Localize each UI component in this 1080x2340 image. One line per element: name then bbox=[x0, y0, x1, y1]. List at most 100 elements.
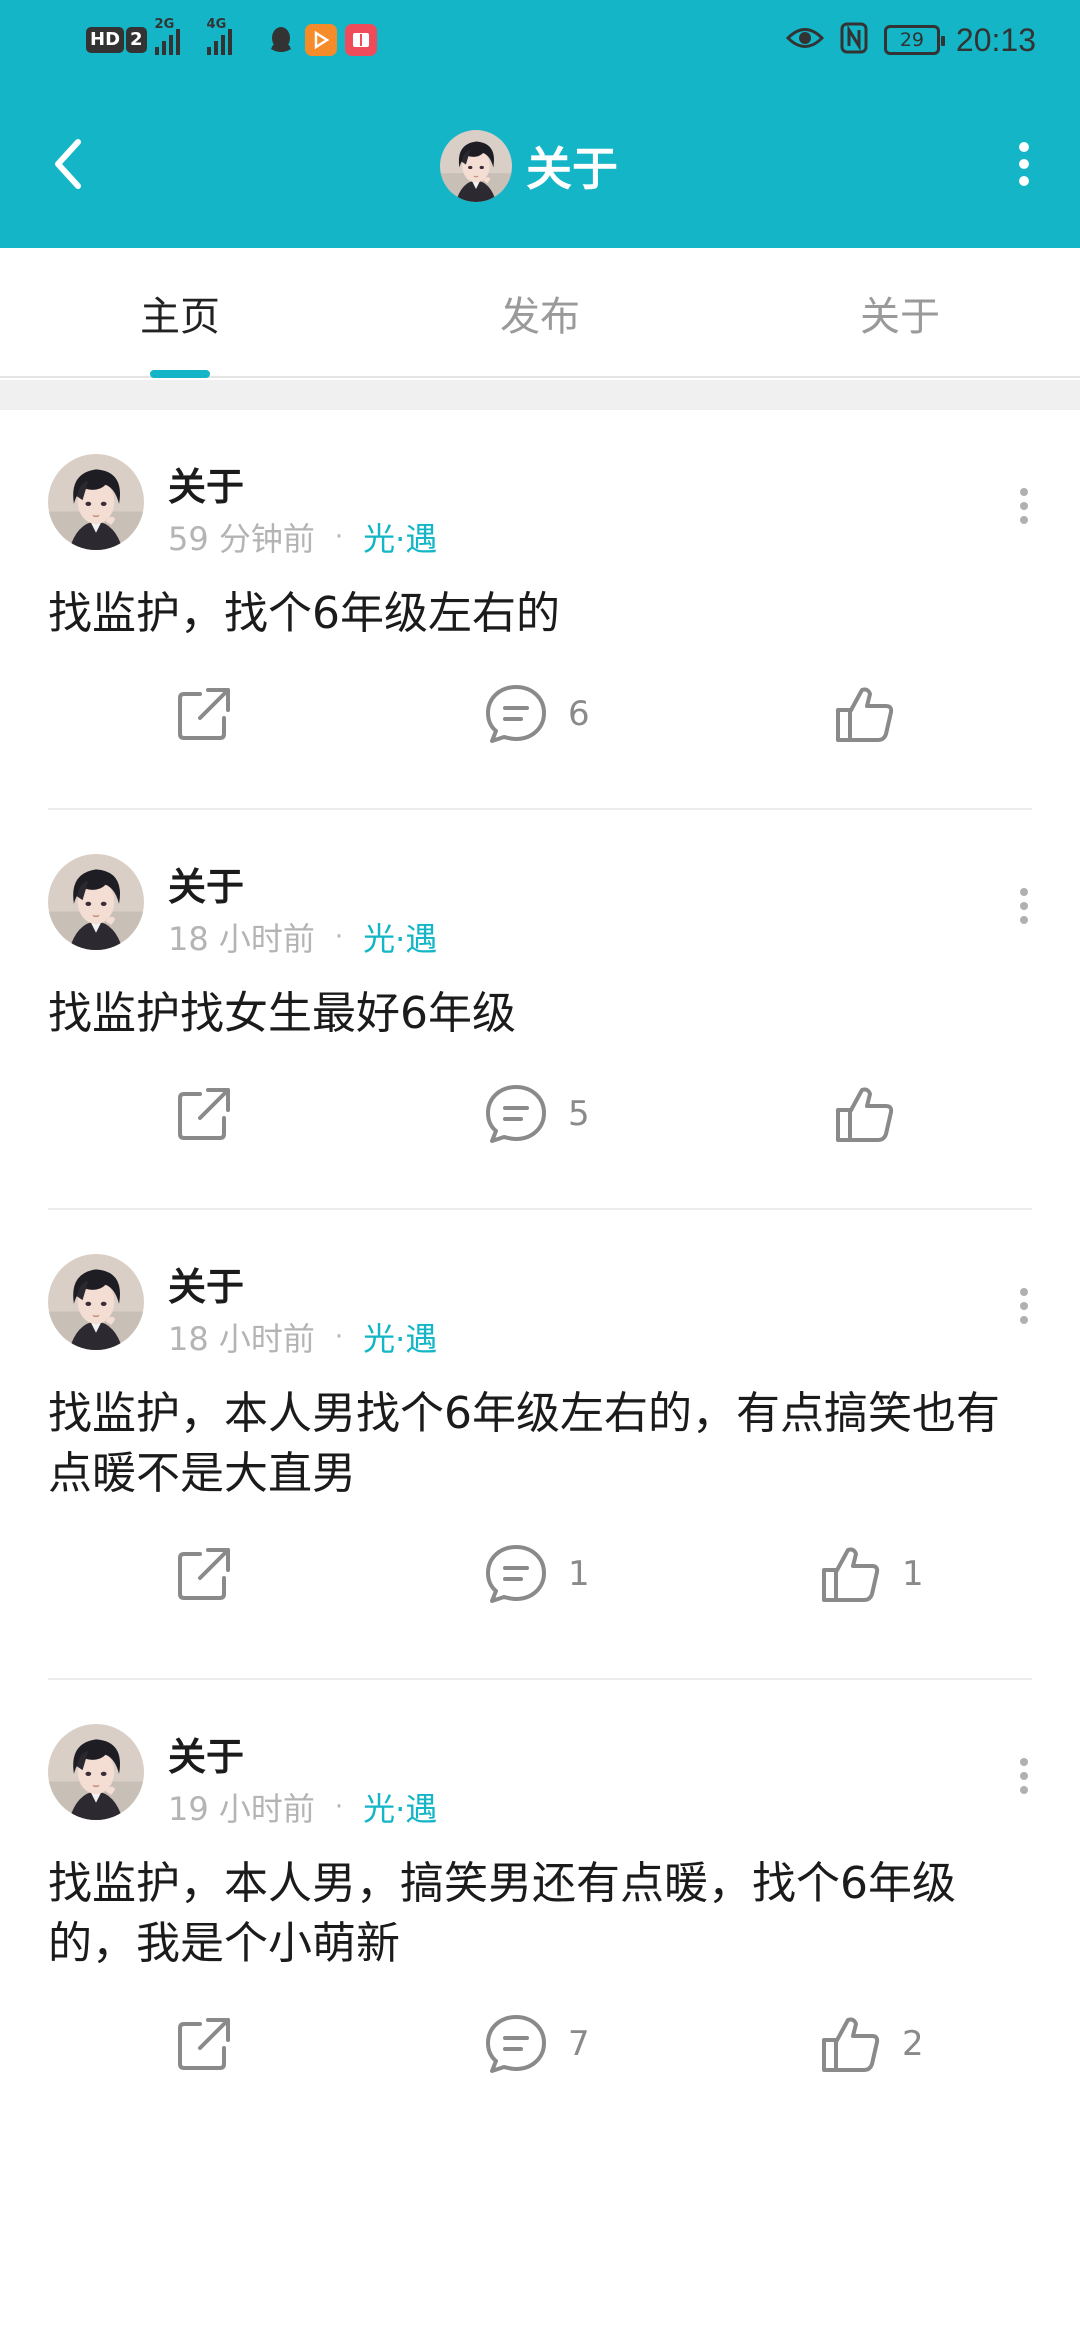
hd-indicator: HD bbox=[86, 27, 125, 53]
like-button[interactable]: 1 bbox=[820, 1534, 924, 1614]
post-topic-tag[interactable]: 光·遇 bbox=[363, 914, 437, 960]
nfc-icon bbox=[840, 22, 868, 58]
tab-home[interactable]: 主页 bbox=[0, 248, 360, 378]
tab-bar: 主页 发布 关于 bbox=[0, 248, 1080, 378]
comment-count: 6 bbox=[568, 694, 590, 734]
post-content[interactable]: 找监护找女生最好6年级 bbox=[48, 984, 1038, 1044]
more-vertical-icon bbox=[1019, 142, 1029, 186]
post-card[interactable]: 关于 18 小时前 · 光·遇 找监护找女生最好6年级 5 bbox=[0, 810, 1080, 1210]
comment-button[interactable]: 6 bbox=[484, 674, 590, 754]
tab-posts[interactable]: 发布 bbox=[360, 248, 720, 378]
tab-label: 关于 bbox=[860, 294, 940, 340]
post-author[interactable]: 关于 bbox=[168, 856, 244, 911]
eye-icon bbox=[785, 25, 825, 55]
back-button[interactable] bbox=[40, 124, 96, 204]
chevron-left-icon bbox=[55, 139, 81, 189]
comment-count: 5 bbox=[568, 1094, 590, 1134]
post-content[interactable]: 找监护，本人男，搞笑男还有点暖，找个6年级的，我是个小萌新 bbox=[48, 1854, 1038, 1974]
app-bar: 关于 bbox=[0, 80, 1080, 248]
comment-button[interactable]: 7 bbox=[484, 2004, 590, 2084]
post-time: 19 小时前 bbox=[168, 1790, 315, 1828]
post-topic-tag[interactable]: 光·遇 bbox=[363, 1314, 437, 1360]
thumbs-up-icon bbox=[822, 2017, 880, 2072]
comment-count: 7 bbox=[568, 2024, 590, 2064]
share-button[interactable] bbox=[174, 1074, 234, 1154]
post-actions: 5 bbox=[0, 1074, 1080, 1154]
avatar[interactable] bbox=[48, 1254, 144, 1350]
section-separator bbox=[0, 380, 1080, 410]
avatar[interactable] bbox=[48, 854, 144, 950]
more-options-button[interactable] bbox=[996, 124, 1052, 204]
avatar[interactable] bbox=[48, 454, 144, 550]
qq-icon bbox=[265, 24, 297, 56]
thumbs-up-icon bbox=[836, 1087, 894, 1142]
post-more-button[interactable] bbox=[1014, 1276, 1034, 1336]
more-vertical-icon bbox=[1020, 888, 1028, 924]
like-button[interactable] bbox=[834, 674, 916, 754]
book-app-icon bbox=[344, 24, 377, 56]
video-app-icon bbox=[304, 24, 337, 56]
profile-header[interactable]: 关于 bbox=[440, 130, 618, 202]
status-right: 29 20:13 bbox=[785, 18, 1036, 62]
post-more-button[interactable] bbox=[1014, 876, 1034, 936]
page-title: 关于 bbox=[526, 142, 618, 196]
status-bar: HD 2 2G 4G 29 20:13 bbox=[0, 0, 1080, 80]
post-more-button[interactable] bbox=[1014, 1746, 1034, 1806]
share-icon bbox=[178, 688, 230, 740]
comment-icon bbox=[486, 2015, 546, 2073]
comment-icon bbox=[486, 685, 546, 743]
post-meta: 18 小时前 · 光·遇 bbox=[168, 1314, 437, 1360]
share-button[interactable] bbox=[174, 1534, 234, 1614]
avatar bbox=[440, 130, 512, 202]
post-content[interactable]: 找监护，本人男找个6年级左右的，有点搞笑也有点暖不是大直男 bbox=[48, 1384, 1038, 1504]
post-actions: 6 bbox=[0, 674, 1080, 754]
battery-indicator: 29 bbox=[883, 25, 945, 55]
network-type-label: 4G bbox=[206, 17, 227, 32]
meta-separator: · bbox=[334, 922, 344, 952]
signal-icon: 2G bbox=[154, 17, 199, 55]
tab-indicator bbox=[150, 370, 210, 378]
thumbs-up-icon bbox=[822, 1547, 880, 1602]
like-button[interactable] bbox=[834, 1074, 916, 1154]
comment-icon bbox=[486, 1545, 546, 1603]
network-type-label: 2G bbox=[154, 17, 175, 32]
post-topic-tag[interactable]: 光·遇 bbox=[363, 1784, 437, 1830]
post-meta: 18 小时前 · 光·遇 bbox=[168, 914, 437, 960]
comment-button[interactable]: 5 bbox=[484, 1074, 590, 1154]
share-icon bbox=[178, 1088, 230, 1140]
status-left: HD 2 2G 4G bbox=[86, 17, 377, 58]
like-count: 1 bbox=[902, 1554, 924, 1594]
post-card[interactable]: 关于 19 小时前 · 光·遇 找监护，本人男，搞笑男还有点暖，找个6年级的，我… bbox=[0, 1680, 1080, 2150]
post-card[interactable]: 关于 59 分钟前 · 光·遇 找监护，找个6年级左右的 6 bbox=[0, 410, 1080, 810]
comment-count: 1 bbox=[568, 1554, 590, 1594]
post-card[interactable]: 关于 18 小时前 · 光·遇 找监护，本人男找个6年级左右的，有点搞笑也有点暖… bbox=[0, 1210, 1080, 1680]
signal-icon: 4G bbox=[206, 17, 257, 55]
post-time: 18 小时前 bbox=[168, 1320, 315, 1358]
post-meta: 59 分钟前 · 光·遇 bbox=[168, 514, 437, 560]
post-author[interactable]: 关于 bbox=[168, 456, 244, 511]
comment-button[interactable]: 1 bbox=[484, 1534, 590, 1614]
clock: 20:13 bbox=[955, 21, 1036, 58]
sim-badge: 2 bbox=[126, 27, 147, 53]
post-more-button[interactable] bbox=[1014, 476, 1034, 536]
post-time: 59 分钟前 bbox=[168, 520, 315, 558]
share-icon bbox=[178, 1548, 230, 1600]
meta-separator: · bbox=[334, 1322, 344, 1352]
share-button[interactable] bbox=[174, 2004, 234, 2084]
tab-about[interactable]: 关于 bbox=[720, 248, 1080, 378]
post-author[interactable]: 关于 bbox=[168, 1256, 244, 1311]
meta-separator: · bbox=[334, 1792, 344, 1822]
more-vertical-icon bbox=[1020, 1288, 1028, 1324]
post-actions: 1 1 bbox=[0, 1534, 1080, 1614]
post-actions: 7 2 bbox=[0, 2004, 1080, 2084]
post-topic-tag[interactable]: 光·遇 bbox=[363, 514, 437, 560]
tab-label: 发布 bbox=[500, 294, 580, 340]
like-button[interactable]: 2 bbox=[820, 2004, 924, 2084]
share-button[interactable] bbox=[174, 674, 234, 754]
like-count: 2 bbox=[902, 2024, 924, 2064]
post-content[interactable]: 找监护，找个6年级左右的 bbox=[48, 584, 1038, 644]
thumbs-up-icon bbox=[836, 687, 894, 742]
avatar[interactable] bbox=[48, 1724, 144, 1820]
meta-separator: · bbox=[334, 522, 344, 552]
post-author[interactable]: 关于 bbox=[168, 1726, 244, 1781]
